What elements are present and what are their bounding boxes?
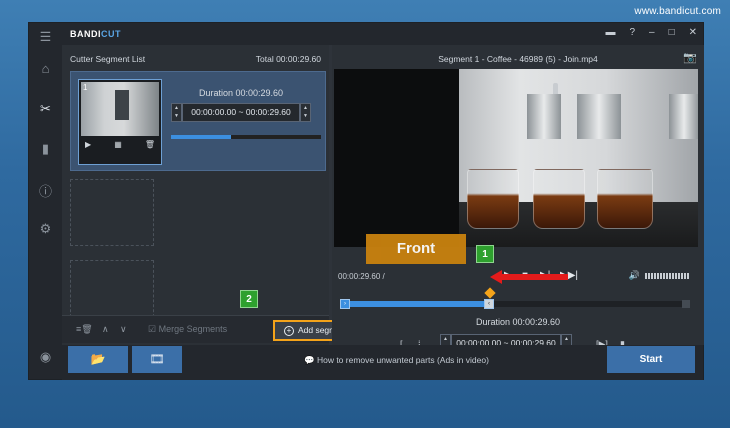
step-badge-2: 2: [240, 290, 258, 308]
menu-icon[interactable]: ☰: [29, 29, 62, 45]
bandicut-window: ☰ ⌂ ✂ ▮ ⓘ ⚙ ◉ BANDICUT ▬ ? – □ ✕ Cutter …: [28, 22, 704, 380]
segment-number: 1: [83, 83, 88, 92]
home-icon[interactable]: ⌂: [29, 61, 62, 76]
info-icon[interactable]: ⓘ: [29, 181, 62, 200]
bandicut-logo: BANDICUT: [70, 29, 121, 39]
position-marker: [484, 287, 496, 299]
trash-icon[interactable]: 🗑: [145, 140, 155, 149]
move-down-icon[interactable]: ∨: [120, 324, 127, 335]
total-duration: Total 00:00:29.60: [255, 54, 321, 64]
camera-icon[interactable]: 📷: [683, 51, 697, 64]
volume-slider[interactable]: [645, 273, 689, 279]
start-spinner[interactable]: ▲▼: [171, 103, 182, 122]
end-handle[interactable]: [682, 300, 690, 308]
video-preview: [334, 69, 698, 247]
move-up-icon[interactable]: ∧: [102, 324, 109, 335]
title-bar: BANDICUT ▬ ? – □ ✕: [62, 23, 703, 45]
segment-progress: [171, 135, 321, 139]
cut-icon[interactable]: ✂: [29, 101, 62, 117]
merge-segments-checkbox[interactable]: ☑ Merge Segments: [148, 324, 227, 335]
preview-title: Segment 1 - Coffee - 46989 (5) - Join.mp…: [438, 54, 598, 64]
bottom-bar: 📂 🎞 💬 How to remove unwanted parts (Ads …: [62, 345, 703, 380]
maximize-icon[interactable]: □: [669, 27, 675, 38]
plus-icon: +: [283, 326, 294, 336]
segment-thumbnail[interactable]: 1 ▶ ▦ 🗑: [78, 79, 162, 165]
start-button[interactable]: Start: [607, 346, 695, 373]
empty-segment-slot: [70, 179, 154, 246]
front-callout: Front: [366, 234, 466, 264]
start-handle[interactable]: ›: [340, 299, 350, 309]
open-folder-button[interactable]: 📂: [68, 346, 128, 373]
watermark: www.bandicut.com: [634, 6, 721, 17]
ads-help-link[interactable]: 💬 How to remove unwanted parts (Ads in v…: [304, 355, 489, 366]
gear-icon[interactable]: ⚙: [29, 221, 62, 237]
playhead-handle[interactable]: ‹: [484, 299, 494, 309]
segment-item[interactable]: 1 ▶ ▦ 🗑 Duration 00:00:29.60 ▲ ▼ 00:00:00…: [70, 71, 326, 171]
segment-duration: Duration 00:00:29.60: [199, 88, 284, 98]
coffee-machine-image: [459, 69, 698, 247]
volume-icon[interactable]: 🔊: [629, 270, 640, 281]
thumbnail-image: [81, 82, 159, 136]
step-badge-1: 1: [476, 245, 494, 263]
play-icon[interactable]: ▶: [85, 140, 91, 149]
grid-icon[interactable]: ▦: [114, 140, 122, 149]
help-icon[interactable]: ?: [629, 27, 635, 38]
output-settings-button[interactable]: 🎞: [132, 346, 182, 373]
preview-duration: Duration 00:00:29.60: [475, 317, 561, 327]
segment-toolbar: ≡🗑 ∧ ∨ ☑ Merge Segments + Add segment: [62, 315, 359, 343]
sidebar: ☰ ⌂ ✂ ▮ ⓘ ⚙ ◉: [29, 23, 62, 379]
segment-list-panel: Cutter Segment List Total 00:00:29.60 1 …: [62, 45, 329, 345]
list-delete-icon[interactable]: ≡🗑: [76, 324, 93, 335]
close-icon[interactable]: ✕: [689, 27, 697, 38]
minimize-icon[interactable]: –: [649, 27, 655, 38]
segment-list-title: Cutter Segment List: [70, 54, 146, 64]
red-arrow: [496, 274, 568, 280]
preview-panel: Segment 1 - Coffee - 46989 (5) - Join.mp…: [332, 45, 704, 353]
segment-time-range[interactable]: 00:00:00.00 ~ 00:00:29.60: [182, 103, 300, 122]
time-overlay: 00:00:29.60 /: [338, 272, 385, 281]
end-spinner[interactable]: ▲▼: [300, 103, 311, 122]
folder-icon[interactable]: ▬: [605, 27, 615, 38]
record-icon[interactable]: ◉: [29, 349, 62, 365]
timeline[interactable]: › ‹: [340, 287, 690, 309]
film-icon[interactable]: ▮: [29, 141, 62, 157]
timeline-selection: [346, 301, 484, 307]
